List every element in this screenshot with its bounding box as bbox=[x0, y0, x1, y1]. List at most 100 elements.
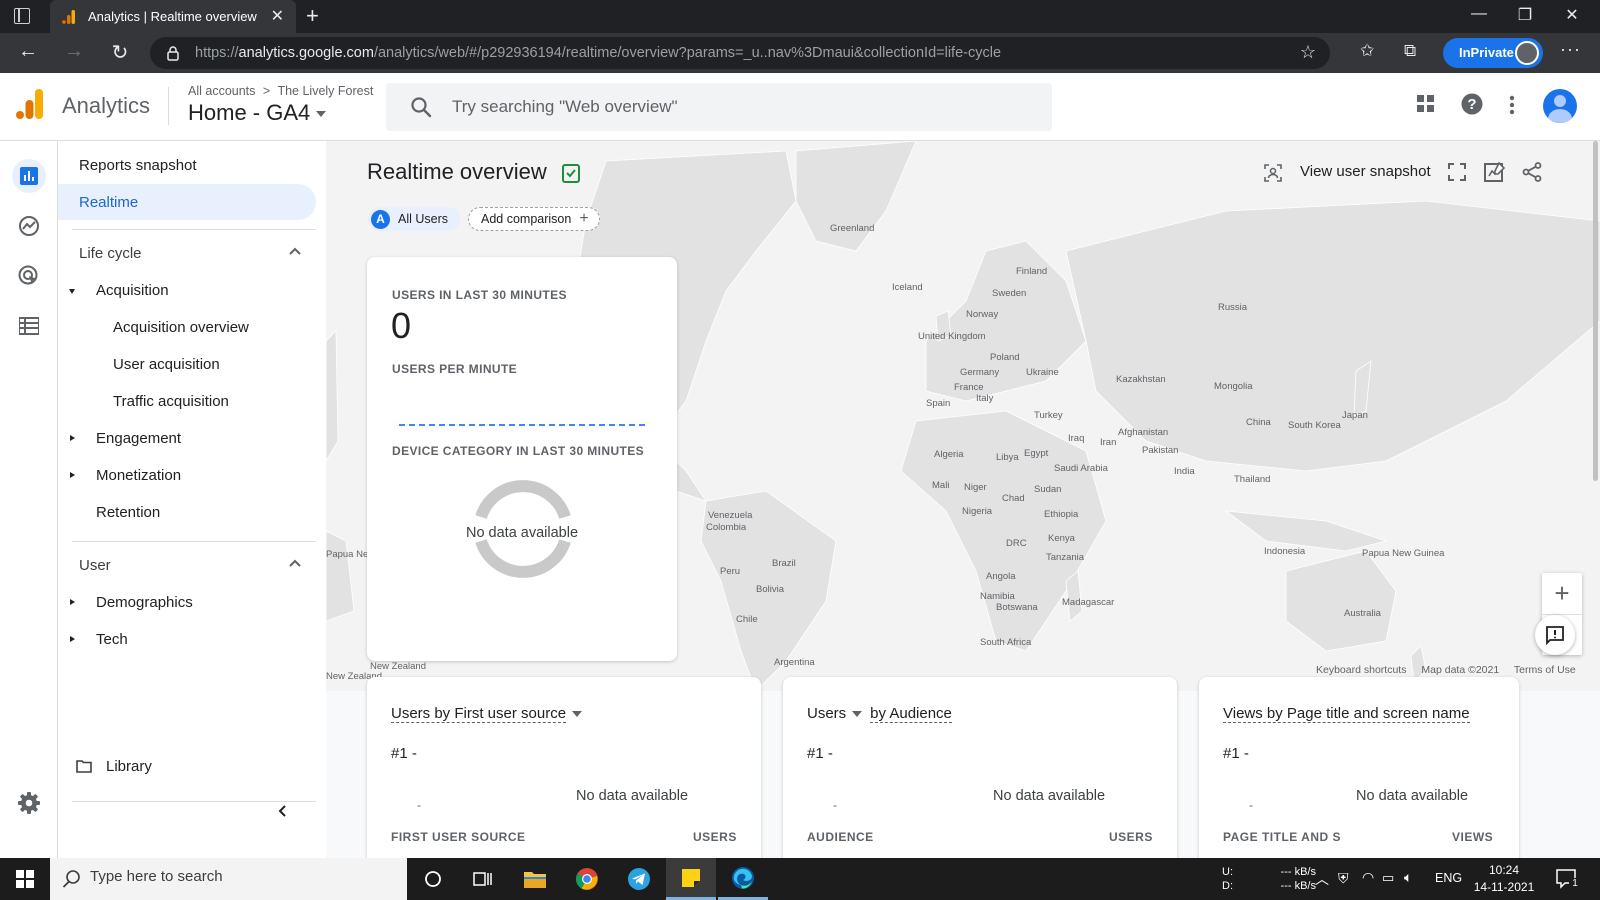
customize-report-icon[interactable] bbox=[1484, 161, 1506, 183]
nav-realtime[interactable]: Realtime bbox=[58, 184, 316, 220]
nav-tech[interactable]: Tech bbox=[58, 621, 316, 657]
page-scrollbar[interactable] bbox=[1593, 141, 1598, 481]
rail-explore[interactable] bbox=[12, 209, 46, 243]
defender-icon[interactable]: ⛨ bbox=[1338, 870, 1349, 887]
comparison-chip-all-users[interactable]: A All Users bbox=[368, 207, 461, 231]
feedback-button[interactable] bbox=[1535, 615, 1575, 655]
telegram-app-icon[interactable] bbox=[614, 858, 664, 900]
add-comparison-button[interactable]: Add comparison + bbox=[468, 207, 600, 231]
taskbar-search-box[interactable] bbox=[50, 858, 407, 900]
collections-icon[interactable]: ⧉ bbox=[1404, 41, 1416, 61]
battery-icon[interactable]: ▭ bbox=[1382, 870, 1394, 886]
nav-label: Realtime bbox=[79, 194, 139, 211]
rail-configure[interactable] bbox=[12, 309, 46, 343]
card-dimension[interactable]: by Audience bbox=[870, 705, 952, 723]
map-country-label: Iran bbox=[1100, 437, 1117, 448]
volume-icon[interactable]: 🔈︎ bbox=[1404, 869, 1412, 886]
taskbar-clock[interactable]: 10:24 14-11-2021 bbox=[1472, 862, 1536, 896]
map-country-label: Colombia bbox=[706, 522, 747, 533]
browser-tab[interactable]: Analytics | Realtime overview ✕ bbox=[50, 0, 296, 33]
rail-admin[interactable] bbox=[12, 786, 46, 820]
minimize-icon[interactable]: — bbox=[1456, 5, 1502, 23]
dropdown-arrow-icon[interactable] bbox=[852, 711, 863, 718]
fullscreen-icon[interactable] bbox=[1448, 163, 1466, 181]
help-icon[interactable]: ? bbox=[1461, 93, 1483, 115]
map-data-credit: Map data ©2021 bbox=[1421, 664, 1500, 676]
wifi-icon[interactable]: ◠ bbox=[1362, 869, 1374, 886]
show-hidden-icons-icon[interactable]: ︿ bbox=[1315, 869, 1329, 889]
card-metric-dimension[interactable]: Views by Page title and screen name bbox=[1223, 705, 1470, 723]
zoom-in-icon[interactable]: + bbox=[1542, 573, 1582, 614]
rank-value-placeholder: - bbox=[1249, 798, 1253, 812]
nav-user-acquisition[interactable]: User acquisition bbox=[58, 346, 316, 382]
tab-actions-icon[interactable] bbox=[14, 8, 30, 24]
reload-icon[interactable]: ↻ bbox=[106, 40, 134, 65]
card-metric-selector[interactable]: Users bbox=[807, 705, 846, 722]
collapse-nav-icon[interactable] bbox=[276, 804, 290, 818]
nav-acquisition-overview[interactable]: Acquisition overview bbox=[58, 309, 316, 345]
nav-engagement[interactable]: Engagement bbox=[58, 420, 316, 456]
more-vert-icon[interactable] bbox=[1509, 95, 1515, 115]
saved-report-check-icon[interactable] bbox=[562, 163, 580, 183]
language-indicator[interactable]: ENG bbox=[1435, 871, 1462, 885]
map-country-label: Tanzania bbox=[1046, 552, 1085, 563]
dropdown-arrow-icon[interactable] bbox=[572, 711, 583, 718]
favorites-icon[interactable]: ✩ bbox=[1360, 41, 1374, 61]
analytics-logo-icon[interactable] bbox=[16, 89, 44, 119]
inprivate-button[interactable]: InPrivate bbox=[1443, 38, 1543, 68]
search-input[interactable] bbox=[452, 95, 1012, 119]
map-country-label: Kazakhstan bbox=[1116, 374, 1166, 385]
card-title[interactable]: Users by First user source bbox=[391, 705, 583, 723]
task-view-icon[interactable] bbox=[458, 858, 508, 900]
cortana-icon[interactable] bbox=[408, 858, 458, 900]
action-center-icon[interactable]: 1 bbox=[1556, 869, 1581, 892]
inprivate-label: InPrivate bbox=[1459, 45, 1514, 60]
nav-acquisition[interactable]: Acquisition bbox=[58, 272, 316, 308]
back-icon[interactable]: ← bbox=[14, 40, 42, 63]
terms-link[interactable]: Terms of Use bbox=[1514, 664, 1576, 676]
task-view-glyph-icon bbox=[473, 872, 492, 886]
keyboard-shortcuts-link[interactable]: Keyboard shortcuts bbox=[1316, 664, 1406, 676]
chip-letter-badge: A bbox=[371, 209, 390, 229]
account-avatar[interactable] bbox=[1543, 89, 1577, 123]
nav-library[interactable]: Library bbox=[58, 748, 316, 784]
nav-retention[interactable]: Retention bbox=[58, 494, 316, 530]
nav-traffic-acquisition[interactable]: Traffic acquisition bbox=[58, 383, 316, 419]
file-explorer-icon[interactable] bbox=[510, 858, 560, 900]
nav-label: Library bbox=[106, 758, 152, 775]
user-snapshot-icon[interactable] bbox=[1264, 164, 1282, 182]
restore-icon[interactable]: ❐ bbox=[1502, 5, 1548, 25]
new-tab-icon[interactable]: + bbox=[306, 3, 319, 29]
rail-reports[interactable] bbox=[12, 159, 46, 193]
property-selector[interactable]: Home - GA4 bbox=[188, 100, 327, 126]
view-user-snapshot-link[interactable]: View user snapshot bbox=[1300, 163, 1431, 180]
sticky-notes-app-icon[interactable] bbox=[666, 858, 716, 900]
nav-section-life-cycle[interactable]: Life cycle bbox=[58, 235, 316, 271]
card-metric-dimension[interactable]: Users by First user source bbox=[391, 705, 567, 723]
tab-close-icon[interactable]: ✕ bbox=[271, 6, 284, 26]
breadcrumb-separator: > bbox=[262, 84, 271, 98]
product-name[interactable]: Analytics bbox=[62, 93, 150, 119]
card-title[interactable]: Users by Audience bbox=[807, 705, 952, 723]
rail-advertising[interactable] bbox=[12, 259, 46, 293]
forward-icon[interactable]: → bbox=[60, 40, 88, 63]
browser-menu-icon[interactable]: ··· bbox=[1560, 39, 1581, 60]
share-icon[interactable] bbox=[1522, 162, 1542, 182]
nav-section-user[interactable]: User bbox=[58, 547, 316, 583]
search-box[interactable] bbox=[386, 83, 1052, 131]
add-favorite-icon[interactable]: ☆ bbox=[1300, 42, 1316, 63]
apps-grid-icon[interactable] bbox=[1417, 95, 1435, 113]
address-bar[interactable]: https://analytics.google.com/analytics/w… bbox=[150, 37, 1330, 69]
window-close-icon[interactable]: ✕ bbox=[1549, 5, 1595, 25]
windows-taskbar: U: D: --- kB/s --- kB/s ︿ ⛨ ◠ ▭ 🔈︎ ENG 10:… bbox=[0, 858, 1600, 900]
nav-reports-snapshot[interactable]: Reports snapshot bbox=[58, 147, 316, 183]
card-title[interactable]: Views by Page title and screen name bbox=[1223, 705, 1470, 723]
chrome-app-icon[interactable] bbox=[562, 858, 612, 900]
nav-monetization[interactable]: Monetization bbox=[58, 457, 316, 493]
edge-app-icon[interactable] bbox=[718, 858, 768, 900]
taskbar-search-input[interactable] bbox=[90, 868, 390, 885]
breadcrumb[interactable]: All accounts > The Lively Forest bbox=[188, 84, 373, 98]
windows-start-icon[interactable] bbox=[16, 870, 34, 888]
nav-demographics[interactable]: Demographics bbox=[58, 584, 316, 620]
users-per-minute-sparkline bbox=[399, 424, 645, 426]
